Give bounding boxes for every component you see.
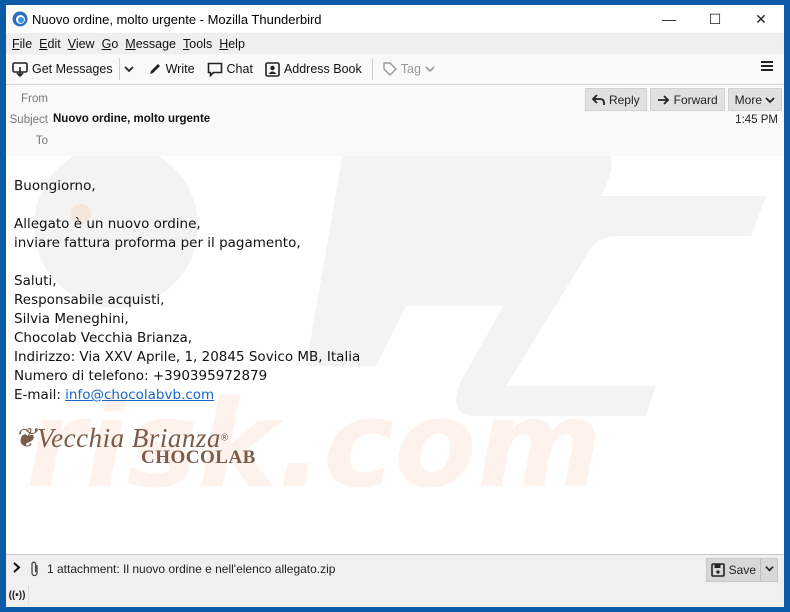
online-status-icon[interactable]: ((•)) — [6, 585, 29, 605]
email-link[interactable]: info@chocolabvb.com — [65, 387, 214, 403]
reply-button[interactable]: Reply — [584, 88, 647, 111]
toolbar-separator — [371, 58, 373, 80]
close-button[interactable]: ✕ — [738, 5, 784, 33]
save-attachment-button[interactable]: Save — [705, 558, 778, 582]
chevron-down-icon — [765, 96, 775, 103]
message-time: 1:45 PM — [735, 114, 778, 126]
address-book-icon — [265, 61, 280, 77]
get-messages-dropdown[interactable] — [120, 56, 142, 82]
signature-name: Silvia Meneghini, — [14, 311, 129, 327]
from-label: From — [21, 93, 48, 105]
signature-role: Responsabile acquisti, — [14, 292, 165, 308]
subject-label: Subject — [9, 114, 48, 126]
signature-company: Chocolab Vecchia Brianza, — [14, 330, 193, 346]
hamburger-menu-icon — [761, 61, 773, 71]
forward-button[interactable]: Forward — [649, 88, 725, 111]
menu-file[interactable]: File — [12, 37, 32, 51]
title-bar: Nuovo ordine, molto urgente - Mozilla Th… — [6, 5, 784, 33]
pencil-icon — [149, 64, 160, 74]
chevron-down-icon — [764, 566, 774, 572]
minimize-icon: — — [662, 11, 676, 27]
maximize-icon: ☐ — [708, 10, 722, 27]
subject-value: Nuovo ordine, molto urgente — [53, 113, 211, 125]
menu-tools[interactable]: Tools — [183, 37, 212, 51]
body-line: inviare fattura proforma per il pagament… — [14, 235, 301, 251]
more-button[interactable]: More — [727, 88, 782, 111]
chevron-down-icon — [123, 66, 134, 73]
closing: Saluti, — [14, 273, 57, 289]
message-header: From Subject Nuovo ordine, molto urgente… — [6, 85, 784, 158]
maximize-button[interactable]: ☐ — [692, 5, 738, 33]
save-disk-icon — [710, 563, 725, 577]
app-menu-button[interactable] — [760, 59, 774, 76]
expand-attachments-toggle[interactable] — [12, 562, 21, 576]
signature-phone: Numero di telefono: +390395972879 — [14, 368, 268, 384]
reply-arrow-icon — [591, 93, 605, 105]
menu-view[interactable]: View — [68, 37, 95, 51]
download-inbox-icon — [12, 62, 28, 77]
menu-help[interactable]: Help — [219, 37, 245, 51]
thunderbird-logo-icon — [12, 11, 28, 27]
chevron-down-icon — [425, 66, 435, 73]
message-body: risk.com Buongiorno, Allegato è un nuovo… — [6, 156, 784, 554]
window-title: Nuovo ordine, molto urgente - Mozilla Th… — [32, 11, 322, 27]
logo-flourish-icon: ❦ — [14, 423, 38, 453]
body-line: Allegato è un nuovo ordine, — [14, 216, 201, 232]
signature-email-line: E-mail: info@chocolabvb.com — [14, 387, 215, 403]
main-toolbar: Get Messages Write Chat Address Book Tag — [6, 54, 784, 85]
forward-arrow-icon — [657, 94, 669, 105]
menu-go[interactable]: Go — [102, 37, 119, 51]
chat-button[interactable]: Chat — [201, 56, 259, 82]
greeting: Buongiorno, — [14, 178, 96, 194]
chevron-right-icon — [13, 562, 21, 573]
save-dropdown[interactable] — [761, 564, 777, 576]
chat-bubble-icon — [207, 62, 222, 77]
company-logo: ❦Vecchia Brianza® CHOCOLAB — [14, 423, 256, 468]
tag-button[interactable]: Tag — [377, 56, 445, 82]
attachment-summary[interactable]: 1 attachment: Il nuovo ordine e nell'ele… — [47, 562, 335, 576]
attachment-bar: 1 attachment: Il nuovo ordine e nell'ele… — [6, 554, 784, 584]
write-button[interactable]: Write — [142, 56, 201, 82]
thunderbird-window: Nuovo ordine, molto urgente - Mozilla Th… — [6, 5, 784, 607]
signature-address: Indirizzo: Via XXV Aprile, 1, 20845 Sovi… — [14, 349, 361, 365]
close-icon: ✕ — [755, 10, 767, 27]
menu-message[interactable]: Message — [125, 37, 176, 51]
status-bar: ((•)) — [6, 583, 784, 607]
get-messages-button[interactable]: Get Messages — [6, 56, 119, 82]
to-label: To — [35, 135, 48, 147]
menu-edit[interactable]: Edit — [39, 37, 61, 51]
save-button-main[interactable]: Save — [707, 559, 761, 581]
minimize-button[interactable]: — — [646, 5, 692, 33]
paperclip-icon — [31, 561, 38, 577]
tag-icon — [383, 62, 397, 76]
message-text: Buongiorno, Allegato è un nuovo ordine, … — [14, 177, 360, 405]
address-book-button[interactable]: Address Book — [259, 56, 368, 82]
menu-bar: File Edit View Go Message Tools Help — [6, 33, 784, 54]
